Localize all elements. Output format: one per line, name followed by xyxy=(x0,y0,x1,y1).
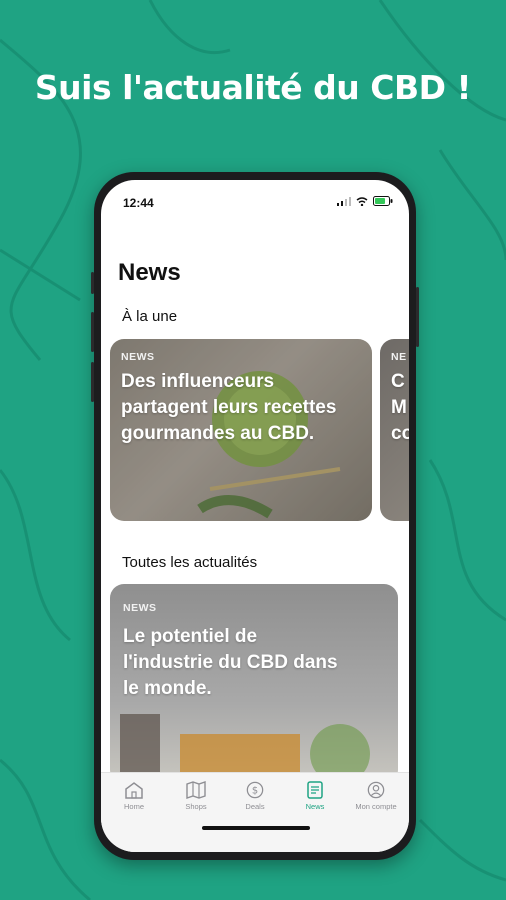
home-indicator xyxy=(202,826,310,830)
status-bar: 12:44 xyxy=(101,180,409,214)
phone-power-button xyxy=(416,287,419,347)
page-title: News xyxy=(118,259,181,286)
all-news-section-title: Toutes les actualités xyxy=(122,554,258,571)
wifi-icon xyxy=(356,196,368,206)
tab-label: Shops xyxy=(185,802,207,811)
tab-news[interactable]: News xyxy=(284,781,346,811)
dollar-icon: $ xyxy=(246,781,264,799)
phone-frame: 12:44 News À la une NEWS Des influenceur… xyxy=(91,172,419,860)
home-icon xyxy=(125,782,143,799)
tab-label: Home xyxy=(123,802,144,811)
card-headline: Des influenceurs partagent leurs recette… xyxy=(121,371,337,444)
map-icon xyxy=(186,781,206,799)
tab-label: News xyxy=(305,802,325,811)
phone-mute-switch xyxy=(91,272,94,294)
battery-icon xyxy=(373,196,393,206)
status-time: 12:44 xyxy=(123,196,154,210)
card-headline: Le potentiel de l'industrie du CBD dans … xyxy=(123,626,338,699)
app-screen: 12:44 News À la une NEWS Des influenceur… xyxy=(101,180,409,852)
svg-text:$: $ xyxy=(252,786,258,797)
card-tag: NEWS xyxy=(121,351,155,363)
tab-bar: Home Shops $ Deals News Mon compte xyxy=(101,772,409,852)
card-tag: NE xyxy=(391,351,407,363)
featured-news-card-next[interactable]: NE C M co xyxy=(380,339,409,521)
tab-shops[interactable]: Shops xyxy=(165,781,227,811)
phone-volume-down xyxy=(91,362,94,402)
featured-news-card[interactable]: NEWS Des influenceurs partagent leurs re… xyxy=(110,339,372,521)
card-headline: C M co xyxy=(391,371,409,444)
signal-icon xyxy=(337,196,351,206)
card-tag: NEWS xyxy=(123,602,157,614)
account-icon xyxy=(367,781,385,799)
news-card[interactable]: NEWS Le potentiel de l'industrie du CBD … xyxy=(110,584,398,784)
tab-account[interactable]: Mon compte xyxy=(345,781,407,811)
news-icon xyxy=(307,781,323,799)
tab-deals[interactable]: $ Deals xyxy=(224,781,286,811)
tab-home[interactable]: Home xyxy=(103,781,165,811)
tab-label: Deals xyxy=(245,802,265,811)
featured-section-title: À la une xyxy=(122,308,178,325)
status-icons xyxy=(337,196,393,206)
phone-volume-up xyxy=(91,312,94,352)
promo-headline: Suis l'actualité du CBD ! xyxy=(34,68,472,107)
tab-label: Mon compte xyxy=(355,802,397,811)
